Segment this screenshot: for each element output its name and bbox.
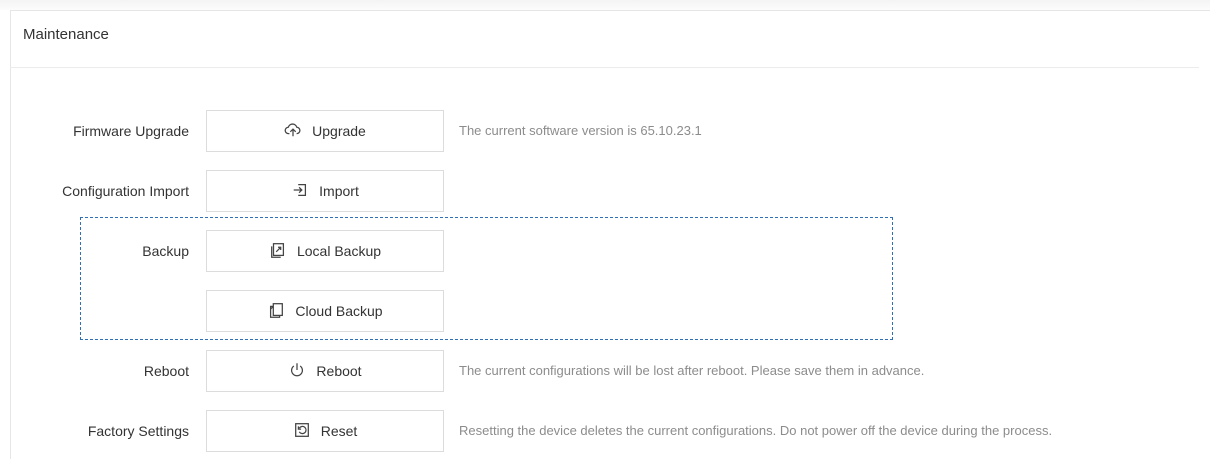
reset-button[interactable]: Reset bbox=[206, 410, 444, 452]
reboot-button-label: Reboot bbox=[316, 363, 362, 379]
import-button[interactable]: Import bbox=[206, 170, 444, 212]
top-shadow bbox=[0, 0, 1210, 10]
title-divider bbox=[10, 67, 1199, 68]
row-firmware-upgrade: Firmware Upgrade Upgrade The current sof… bbox=[0, 110, 1210, 152]
reboot-label: Reboot bbox=[143, 363, 189, 379]
configuration-import-label: Configuration Import bbox=[62, 183, 189, 199]
row-factory-settings: Factory Settings Reset Resetting the dev… bbox=[0, 410, 1210, 452]
row-reboot: Reboot Reboot The current configurations… bbox=[0, 350, 1210, 392]
power-icon bbox=[288, 361, 306, 382]
firmware-version-text: The current software version is 65.10.23… bbox=[459, 123, 702, 138]
factory-settings-label: Factory Settings bbox=[87, 423, 189, 439]
firmware-upgrade-label: Firmware Upgrade bbox=[73, 123, 189, 139]
reset-warning-text: Resetting the device deletes the current… bbox=[459, 423, 1053, 438]
reboot-button[interactable]: Reboot bbox=[206, 350, 444, 392]
reset-button-label: Reset bbox=[320, 423, 358, 439]
reset-icon bbox=[293, 421, 311, 442]
row-configuration-import: Configuration Import Import bbox=[0, 170, 1210, 212]
import-button-label: Import bbox=[319, 183, 359, 199]
cloud-upload-icon bbox=[284, 121, 302, 142]
import-icon bbox=[291, 181, 309, 202]
upgrade-button[interactable]: Upgrade bbox=[206, 110, 444, 152]
backup-highlight-box bbox=[80, 217, 893, 340]
upgrade-button-label: Upgrade bbox=[312, 123, 366, 139]
reboot-warning-text: The current configurations will be lost … bbox=[459, 363, 925, 378]
page-title: Maintenance bbox=[23, 26, 109, 43]
